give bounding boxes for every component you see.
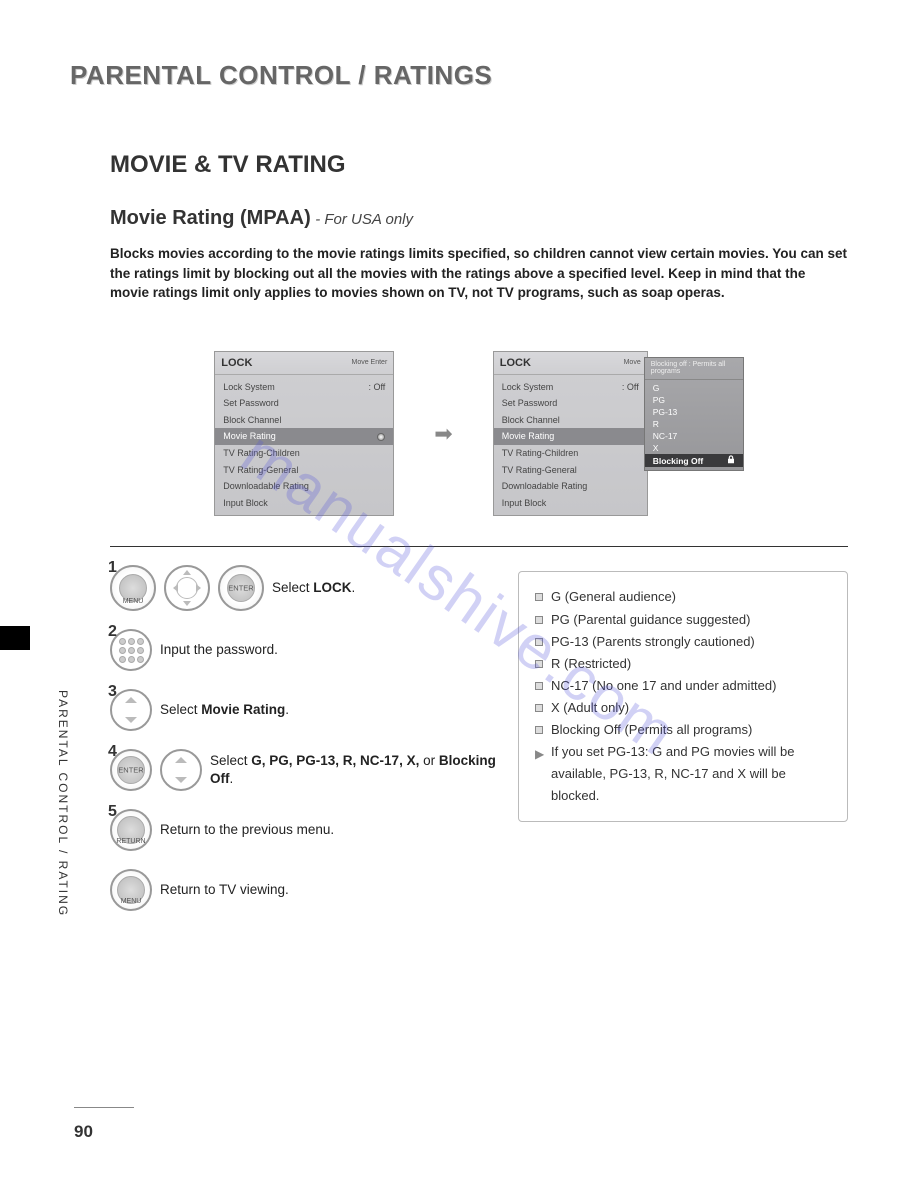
popup-item: PG — [645, 394, 743, 406]
step-text: Return to TV viewing. — [160, 881, 289, 900]
step-number: 3 — [108, 683, 117, 701]
step-number: 1 — [108, 559, 117, 577]
menu-item-selected: Movie Rating — [215, 428, 393, 445]
step-text: Return to the previous menu. — [160, 821, 334, 840]
intro-paragraph: Blocks movies according to the movie rat… — [110, 244, 848, 303]
screen-hint: Move Enter — [351, 359, 387, 366]
steps-list: 1 MENU ENTER Select LOCK. — [110, 565, 498, 929]
square-bullet-icon — [535, 704, 543, 712]
screenshots-row: LOCK Move Enter Lock System: Off Set Pas… — [110, 351, 848, 517]
triangle-bullet-icon: ▶ — [535, 744, 543, 807]
popup-item: X — [645, 442, 743, 454]
step-1: 1 MENU ENTER Select LOCK. — [110, 565, 498, 611]
rating-popup: Blocking off : Permits all programs G PG… — [644, 357, 744, 471]
step-number: 4 — [108, 743, 117, 761]
side-section-label: PARENTAL CONTROL / RATING — [56, 690, 70, 917]
menu-item: Set Password — [494, 395, 647, 412]
menu-item: Lock System: Off — [215, 379, 393, 396]
square-bullet-icon — [535, 593, 543, 601]
square-bullet-icon — [535, 726, 543, 734]
popup-item-selected: Blocking Off — [645, 454, 743, 467]
info-item: PG-13 (Parents strongly cautioned) — [551, 631, 755, 653]
side-tab-marker — [0, 626, 30, 650]
menu-item: Downloadable Rating — [215, 478, 393, 495]
step-text: Select Movie Rating. — [160, 701, 289, 720]
step-6: MENU Return to TV viewing. — [110, 869, 498, 911]
section-title: MOVIE & TV RATING — [110, 151, 848, 179]
lock-menu-screenshot-right: LOCK Move Lock System: Off Set Password … — [493, 351, 744, 517]
step-3: 3 Select Movie Rating. — [110, 689, 498, 731]
menu-item: Lock System: Off — [494, 379, 647, 396]
menu-item: Input Block — [215, 495, 393, 512]
page-number: 90 — [74, 1122, 93, 1142]
step-4: 4 ENTER Select G, PG, PG-13, R, NC-17, X… — [110, 749, 498, 791]
menu-item: Downloadable Rating — [494, 478, 647, 495]
divider — [110, 546, 848, 547]
menu-item-selected: Movie Rating — [494, 428, 647, 445]
menu-item: TV Rating-General — [494, 462, 647, 479]
selection-indicator-icon — [377, 433, 385, 441]
chapter-title: PARENTAL CONTROL / RATINGS — [70, 60, 848, 91]
menu-item: Block Channel — [494, 412, 647, 429]
lock-menu-screenshot-left: LOCK Move Enter Lock System: Off Set Pas… — [214, 351, 394, 517]
subsection-note: - For USA only — [315, 211, 413, 228]
menu-item: Set Password — [215, 395, 393, 412]
menu-button-icon: MENU — [110, 869, 152, 911]
info-item: NC-17 (No one 17 and under admitted) — [551, 675, 776, 697]
square-bullet-icon — [535, 682, 543, 690]
ratings-info-box: G (General audience) PG (Parental guidan… — [518, 571, 848, 822]
subsection-title: Movie Rating (MPAA) — [110, 207, 311, 229]
square-bullet-icon — [535, 616, 543, 624]
popup-item: NC-17 — [645, 430, 743, 442]
step-text: Select LOCK. — [272, 579, 355, 598]
step-text: Input the password. — [160, 641, 278, 660]
screen-title: LOCK — [221, 357, 252, 369]
info-item: R (Restricted) — [551, 653, 631, 675]
popup-item: R — [645, 418, 743, 430]
enter-button-icon: ENTER — [218, 565, 264, 611]
square-bullet-icon — [535, 638, 543, 646]
page-rule — [74, 1107, 134, 1108]
popup-description: Blocking off : Permits all programs — [645, 361, 743, 380]
menu-item: TV Rating-Children — [215, 445, 393, 462]
screen-title: LOCK — [500, 357, 531, 369]
step-text: Select G, PG, PG-13, R, NC-17, X, or Blo… — [210, 752, 498, 790]
step-2: 2 Input the password. — [110, 629, 498, 671]
square-bullet-icon — [535, 660, 543, 668]
lock-icon — [727, 455, 735, 466]
info-note: If you set PG-13: G and PG movies will b… — [551, 741, 831, 807]
info-item: Blocking Off (Permits all programs) — [551, 719, 752, 741]
step-number: 5 — [108, 803, 117, 821]
screen-hint: Move — [624, 359, 641, 366]
up-down-icon — [160, 749, 202, 791]
menu-item: TV Rating-General — [215, 462, 393, 479]
arrow-right-icon: ➡ — [434, 421, 452, 447]
info-item: G (General audience) — [551, 586, 676, 608]
step-number: 2 — [108, 623, 117, 641]
info-item: PG (Parental guidance suggested) — [551, 609, 750, 631]
popup-item: PG-13 — [645, 406, 743, 418]
menu-item: Input Block — [494, 495, 647, 512]
step-5: 5 RETURN Return to the previous menu. — [110, 809, 498, 851]
info-item: X (Adult only) — [551, 697, 629, 719]
menu-item: TV Rating-Children — [494, 445, 647, 462]
menu-item: Block Channel — [215, 412, 393, 429]
nav-wheel-icon — [164, 565, 210, 611]
popup-item: G — [645, 382, 743, 394]
